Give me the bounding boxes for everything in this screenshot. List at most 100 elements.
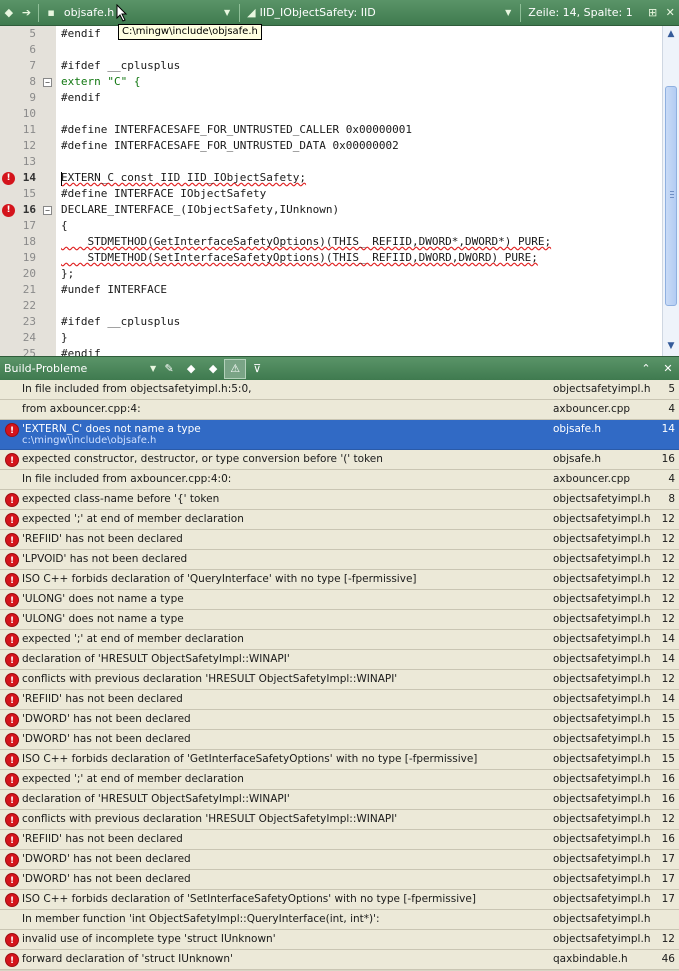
maximize-icon[interactable]: ⌃ [635,359,657,379]
filter-icon[interactable]: ⊽ [246,359,268,379]
problem-file: objectsafetyimpl.h [553,593,651,605]
code-line[interactable]: 9 #endif [0,90,662,106]
problem-row[interactable]: ! 'REFIID' has not been declared objectsaf… [0,690,679,710]
problem-line: 17 [661,893,675,905]
problem-row[interactable]: ! 'REFIID' has not been declared objectsaf… [0,530,679,550]
line-number: 25 [22,347,36,356]
code-line[interactable]: 8− extern "C" { [0,74,662,90]
problem-row[interactable]: ! 'DWORD' has not been declared objectsafe… [0,730,679,750]
symbol-combo[interactable]: ◢ IID_IObjectSafety: IID ▼ [243,2,517,24]
editor-scrollbar[interactable]: ▲ ▼ [662,26,679,356]
code-line[interactable]: ! 16− DECLARE_INTERFACE_(IObjectSafety,IUn… [0,202,662,218]
code-line[interactable]: 24} [0,330,662,346]
chevron-down-icon[interactable]: ▼ [505,8,511,17]
previous-icon[interactable]: ◆ [180,359,202,379]
code-line[interactable]: 18 STDMETHOD(GetInterfaceSafetyOptions)(… [0,234,662,250]
code-line[interactable]: 5 #endif [0,26,662,42]
problem-line: 14 [661,653,675,665]
problem-row[interactable]: ! 'LPVOID' has not been declared objectsaf… [0,550,679,570]
fold-toggle-icon[interactable]: − [43,206,52,215]
problem-row[interactable]: from axbouncer.cpp:4: axbouncer.cpp 4 [0,400,679,420]
toolbar-separator [239,3,241,22]
problem-row[interactable]: ! 'EXTERN_C' does not name a type c:\mingw… [0,420,679,450]
problem-row[interactable]: ! 'DWORD' has not been declared objectsafe… [0,850,679,870]
problem-row[interactable]: ! conflicts with previous declaration 'HR… [0,810,679,830]
close-icon[interactable]: ✕ [657,359,679,379]
back-arrow-icon[interactable]: ◆ [0,2,18,24]
problem-row[interactable]: ! expected ';' at end of member declarati… [0,770,679,790]
scroll-up-icon[interactable]: ▲ [663,26,679,42]
code-line[interactable]: 17 { [0,218,662,234]
code-line[interactable]: ! 14 EXTERN_C const IID IID_IObjectSafety; [0,170,662,186]
problem-row[interactable]: ! 'REFIID' has not been declared objectsaf… [0,830,679,850]
code-line[interactable]: 22 [0,298,662,314]
problem-row[interactable]: ! expected ';' at end of member declarati… [0,510,679,530]
problem-row[interactable]: In file included from objectsafetyimpl.h… [0,380,679,400]
scroll-down-icon[interactable]: ▼ [663,338,679,354]
code-line[interactable]: 6 [0,42,662,58]
error-icon: ! [5,813,19,827]
chevron-down-icon[interactable]: ▼ [150,364,156,373]
problem-row[interactable]: ! 'ULONG' does not name a type objectsafet… [0,590,679,610]
error-icon: ! [5,513,19,527]
code-line[interactable]: 7 #ifdef __cplusplus [0,58,662,74]
problem-file: objectsafetyimpl.h [553,793,651,805]
problem-message: declaration of 'HRESULT ObjectSafetyImpl… [22,793,290,805]
problem-row[interactable]: ! declaration of 'HRESULT ObjectSafetyImp… [0,650,679,670]
code-line[interactable]: 23 #ifdef __cplusplus [0,314,662,330]
code-line[interactable]: 11 #define INTERFACESAFE_FOR_UNTRUSTED_CA… [0,122,662,138]
problem-row[interactable]: ! ISO C++ forbids declaration of 'GetInte… [0,750,679,770]
problem-line: 12 [661,573,675,585]
line-number: 19 [22,251,36,264]
line-number: 18 [22,235,36,248]
error-icon: ! [5,633,19,647]
warning-icon[interactable]: ⚠ [224,358,247,379]
split-icon[interactable]: ⊞ [644,2,662,24]
file-path-tooltip: C:\mingw\include\objsafe.h [118,24,262,40]
next-icon[interactable]: ◆ [202,359,224,379]
lock-icon[interactable]: ▪ [42,2,60,24]
problem-line: 14 [661,423,675,435]
problem-line: 14 [661,693,675,705]
code-line[interactable]: 13 [0,154,662,170]
problem-row[interactable]: ! forward declaration of 'struct IUnknown… [0,950,679,970]
problem-line: 46 [661,953,675,965]
close-icon[interactable]: ✕ [661,2,679,24]
code-line[interactable]: 19 STDMETHOD(SetInterfaceSafetyOptions)(… [0,250,662,266]
problem-message: 'LPVOID' has not been declared [22,553,188,565]
code-text: EXTERN_C const IID IID_IObjectSafety; [61,171,307,184]
file-combo[interactable]: objsafe.h ▼ [60,2,236,24]
problem-message: expected constructor, destructor, or typ… [22,453,383,465]
forward-arrow-icon[interactable]: ➔ [18,2,36,24]
chevron-down-icon[interactable]: ▼ [224,8,230,17]
problem-row[interactable]: ! ISO C++ forbids declaration of 'QueryIn… [0,570,679,590]
problem-row[interactable]: In member function 'int ObjectSafetyImpl… [0,910,679,930]
code-line[interactable]: 20}; [0,266,662,282]
problem-row[interactable]: ! declaration of 'HRESULT ObjectSafetyImp… [0,790,679,810]
code-line[interactable]: 15 #define INTERFACE IObjectSafety [0,186,662,202]
problem-row[interactable]: ! ISO C++ forbids declaration of 'SetInte… [0,890,679,910]
problem-row[interactable]: In file included from axbouncer.cpp:4:0:… [0,470,679,490]
code-editor[interactable]: 5 #endif 6 7 #ifdef __cplusplus 8− extern "C" … [0,26,679,356]
problem-message: from axbouncer.cpp:4: [22,403,141,415]
problem-row[interactable]: ! expected constructor, destructor, or ty… [0,450,679,470]
filter-errors-icon[interactable]: ✎ [158,359,180,379]
problem-row[interactable]: ! invalid use of incomplete type 'struct … [0,930,679,950]
code-line[interactable]: 10 [0,106,662,122]
error-icon: ! [5,653,19,667]
problem-row[interactable]: ! 'DWORD' has not been declared objectsafe… [0,710,679,730]
problem-line: 8 [668,493,675,505]
code-text: #undef INTERFACE [61,283,167,296]
error-icon: ! [5,933,19,947]
fold-toggle-icon[interactable]: − [43,78,52,87]
problem-row[interactable]: ! 'DWORD' has not been declared objectsafe… [0,870,679,890]
code-line[interactable]: 21 #undef INTERFACE [0,282,662,298]
problem-row[interactable]: ! 'ULONG' does not name a type objectsafet… [0,610,679,630]
problem-path: c:\mingw\include\objsafe.h [22,435,157,446]
problem-row[interactable]: ! expected ';' at end of member declarati… [0,630,679,650]
code-line[interactable]: 12 #define INTERFACESAFE_FOR_UNTRUSTED_DA… [0,138,662,154]
problem-row[interactable]: ! expected class-name before '{' token obj… [0,490,679,510]
problem-row[interactable]: ! conflicts with previous declaration 'HR… [0,670,679,690]
scrollbar-thumb[interactable] [665,86,677,306]
code-line[interactable]: 25 #endif [0,346,662,356]
